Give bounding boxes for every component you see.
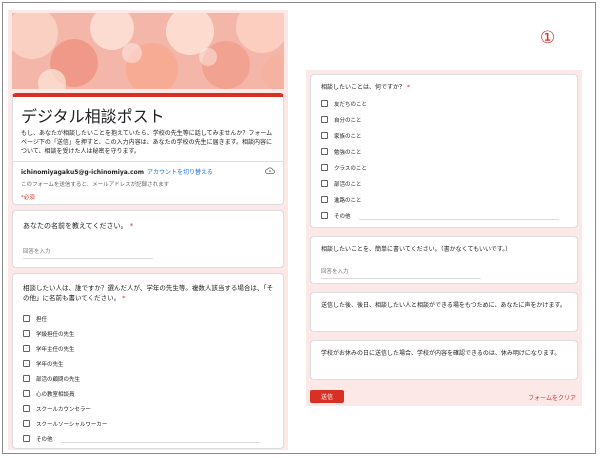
option-label: クラスのこと (334, 165, 367, 172)
checkbox[interactable] (321, 196, 328, 203)
checkbox-option[interactable]: 学年の先生 (23, 359, 64, 368)
clear-form-link[interactable]: フォームをクリア (528, 393, 576, 402)
question-title-text: 相談したい人は、誰ですか？選んだ人が、学年の先生等。複数人該当する場合は、「その… (23, 284, 274, 302)
option-label: 自分のこと (334, 117, 362, 124)
checkbox-option[interactable]: クラスのこと (321, 163, 367, 172)
info-text: 送信した後、後日、相談したい人と相談ができる場をもつために、あなたに声をかけます… (321, 302, 566, 309)
checkbox-option[interactable]: スクールソーシャルワーカー (23, 419, 107, 428)
checkbox-option[interactable]: 家族のこと (321, 131, 362, 140)
checkbox[interactable] (321, 148, 328, 155)
form-page-right: 相談したいことは、何ですか？ * 友だちのこと 自分のこと 家族のこと 勉強のこ… (306, 70, 582, 406)
header-banner-image (12, 13, 284, 89)
info-card-followup: 送信した後、後日、相談したい人と相談ができる場をもつために、あなたに声をかけます… (310, 292, 578, 332)
info-card-holiday: 学校がお休みの日に送信した場合、学校が内容を確認できるのは、休み明けになります。 (310, 340, 578, 380)
checkbox[interactable] (23, 330, 30, 337)
required-mark: * (122, 294, 126, 302)
form-title: デジタル相談ポスト (21, 107, 165, 126)
checkbox[interactable] (23, 420, 30, 427)
question-card-topic: 相談したいことは、何ですか？ * 友だちのこと 自分のこと 家族のこと 勉強のこ… (310, 74, 578, 228)
checkbox[interactable] (23, 375, 30, 382)
checkbox-option-other[interactable]: その他 (321, 211, 351, 220)
checkbox[interactable] (321, 212, 328, 219)
submit-button[interactable]: 送信 (310, 390, 344, 403)
checkbox-option[interactable]: 部活の顧問の先生 (23, 374, 80, 383)
checkbox-option[interactable]: 心の教室相談員 (23, 389, 75, 398)
option-label: 進路のこと (334, 197, 362, 204)
question-title-text: あなたの名前を教えてください。 (23, 222, 128, 230)
divider (13, 161, 283, 162)
option-label: その他 (334, 213, 351, 220)
name-answer-input[interactable]: 回答を入力 (23, 247, 153, 259)
checkbox-option[interactable]: 友だちのこと (321, 99, 367, 108)
checkbox-option[interactable]: 担任 (23, 314, 47, 323)
checkbox[interactable] (23, 345, 30, 352)
other-text-input[interactable] (61, 442, 261, 443)
checkbox-option[interactable]: 学年主任の先生 (23, 344, 75, 353)
checkbox-option[interactable]: スクールカウンセラー (23, 404, 91, 413)
option-label: 学年主任の先生 (36, 346, 75, 353)
question-title: あなたの名前を教えてください。 * (23, 221, 133, 231)
checkbox-option-other[interactable]: その他 (23, 434, 53, 443)
account-email: ichinomiyagaku5@g-ichinomiya.com (21, 169, 144, 176)
checkbox[interactable] (23, 405, 30, 412)
option-label: その他 (36, 436, 53, 443)
required-notice: *必須 (21, 195, 35, 201)
checkbox-option[interactable]: 勉強のこと (321, 147, 362, 156)
checkbox[interactable] (321, 164, 328, 171)
question-title: 相談したいことは、何ですか？ * (321, 83, 571, 92)
question-card-who: 相談したい人は、誰ですか？選んだ人が、学年の先生等。複数人該当する場合は、「その… (12, 273, 284, 449)
info-text: 学校がお休みの日に送信した場合、学校が内容を確認できるのは、休み明けになります。 (321, 350, 561, 357)
cloud-icon (265, 167, 275, 174)
account-row: ichinomiyagaku5@g-ichinomiya.com アカウントを切り… (21, 167, 213, 176)
option-label: 勉強のこと (334, 149, 362, 156)
checkbox[interactable] (23, 315, 30, 322)
form-page-left: デジタル相談ポスト もし、あなたが相談したいことを抱えていたら、学校の先生等に話… (8, 10, 288, 450)
annotation-marker: ① (540, 28, 556, 48)
checkbox-option[interactable]: 部活のこと (321, 179, 362, 188)
checkbox-option[interactable]: 自分のこと (321, 115, 362, 124)
switch-account-link[interactable]: アカウントを切り替える (147, 169, 213, 176)
checkbox[interactable] (23, 390, 30, 397)
other-text-input[interactable] (359, 219, 559, 220)
option-label: 部活の顧問の先生 (36, 376, 81, 383)
option-label: 学年の先生 (36, 361, 64, 368)
option-label: 担任 (36, 316, 48, 323)
checkbox[interactable] (321, 180, 328, 187)
checkbox[interactable] (23, 360, 30, 367)
question-title: 相談したいことを、簡単に書いてください。（書かなくてもいいです。） (321, 246, 512, 253)
question-card-detail: 相談したいことを、簡単に書いてください。（書かなくてもいいです。） 回答を入力 (310, 236, 578, 284)
checkbox-option[interactable]: 学級担任の先生 (23, 329, 75, 338)
form-description: もし、あなたが相談したいことを抱えていたら、学校の先生等に話してみませんか？フォ… (21, 130, 273, 155)
option-label: 家族のこと (334, 133, 362, 140)
option-label: スクールカウンセラー (36, 406, 91, 413)
option-label: 学級担任の先生 (36, 331, 75, 338)
option-label: 友だちのこと (334, 101, 368, 108)
detail-answer-input[interactable]: 回答を入力 (321, 267, 481, 279)
option-label: スクールソーシャルワーカー (36, 421, 108, 428)
checkbox-option[interactable]: 進路のこと (321, 195, 362, 204)
checkbox[interactable] (23, 435, 30, 442)
question-card-name: あなたの名前を教えてください。 * 回答を入力 (12, 210, 284, 268)
required-mark: * (129, 222, 134, 230)
question-title: 相談したい人は、誰ですか？選んだ人が、学年の先生等。複数人該当する場合は、「その… (23, 283, 275, 303)
checkbox[interactable] (321, 100, 328, 107)
form-header-card: デジタル相談ポスト もし、あなたが相談したいことを抱えていたら、学校の先生等に話… (12, 93, 284, 205)
checkbox[interactable] (321, 132, 328, 139)
required-mark: * (406, 84, 410, 91)
checkbox[interactable] (321, 116, 328, 123)
email-record-notice: このフォームを送信すると、メールアドレスが記録されます (21, 182, 170, 188)
question-title-text: 相談したいことは、何ですか？ (321, 84, 406, 91)
option-label: 部活のこと (334, 181, 362, 188)
option-label: 心の教室相談員 (36, 391, 75, 398)
